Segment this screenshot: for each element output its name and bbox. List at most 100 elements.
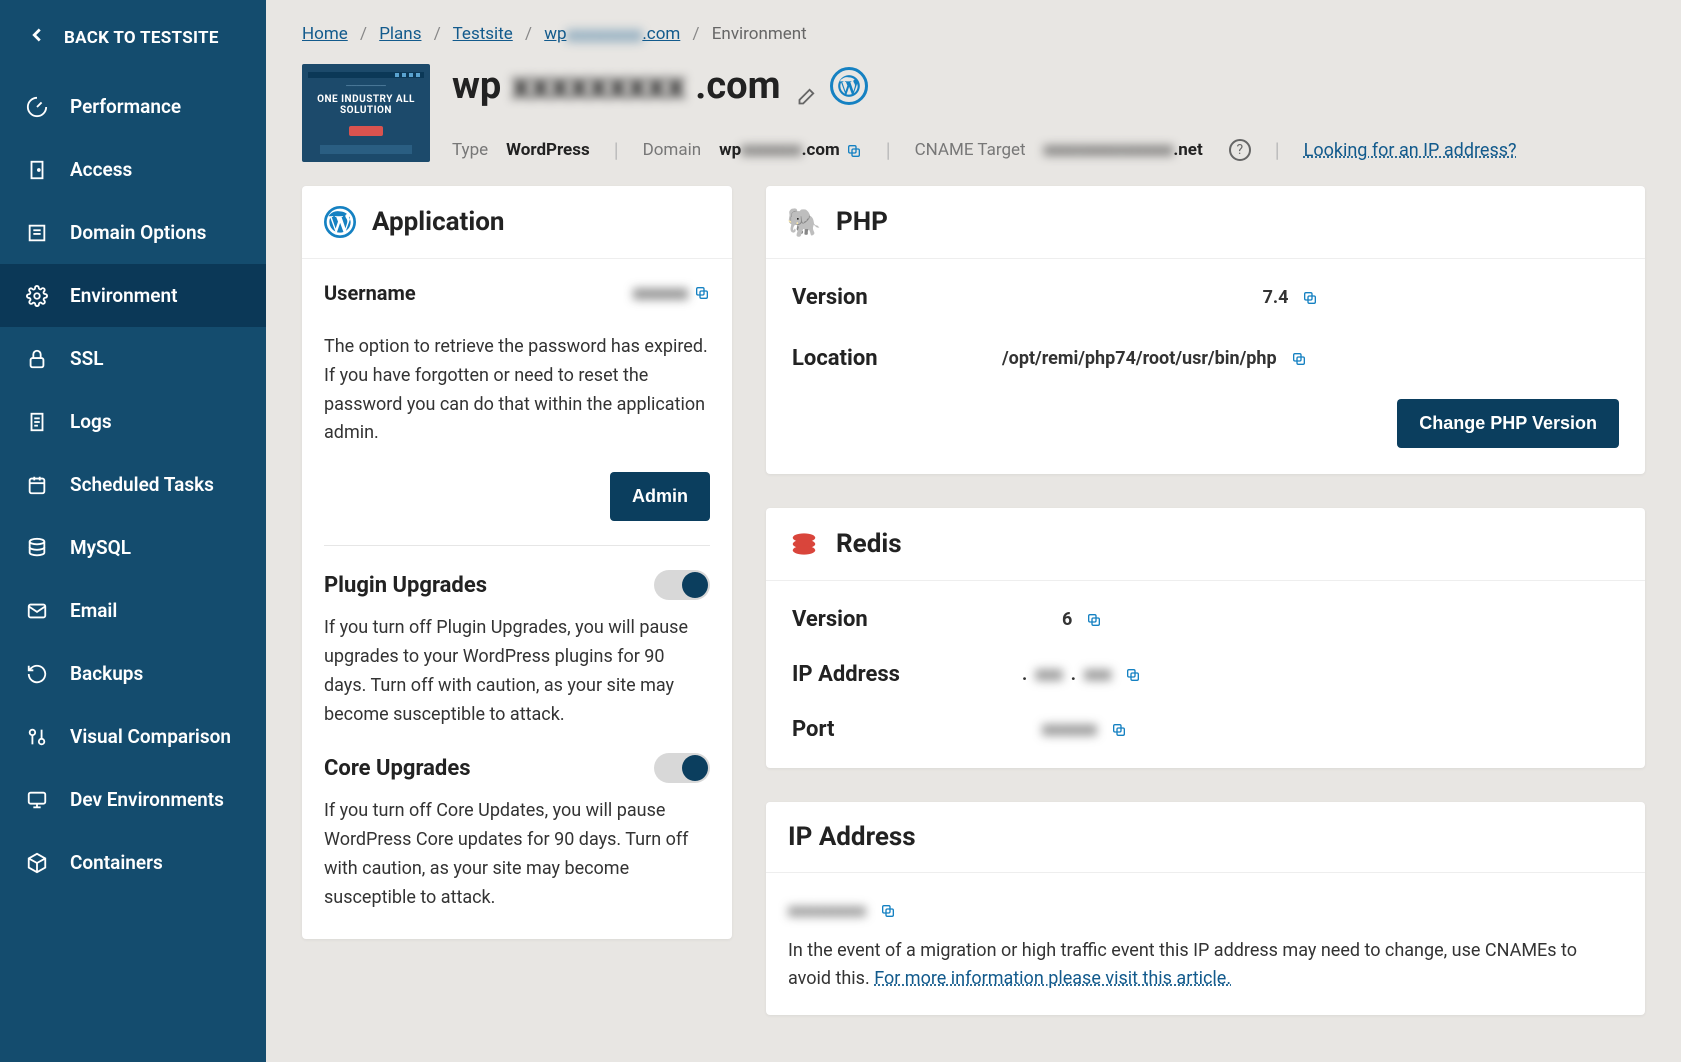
copy-icon[interactable] [1302,290,1318,306]
list-icon [26,222,48,244]
plugin-upgrades-label: Plugin Upgrades [324,573,487,598]
page-header: ──────── ONE INDUSTRY ALL SOLUTION wpxxx… [302,64,1645,162]
cname-value: xxxxxxxxxxxxxxx.net [1044,140,1203,160]
calendar-icon [26,474,48,496]
chevron-left-icon [26,24,48,51]
sidebar-item-label: Backups [70,662,143,685]
sidebar-item-domain-options[interactable]: Domain Options [0,201,266,264]
php-version-label: Version [792,285,962,310]
application-card: Application Username xxxxxx The option t… [302,186,732,939]
admin-button[interactable]: Admin [610,472,710,521]
breadcrumb-current: Environment [712,24,807,44]
breadcrumb-plans[interactable]: Plans [379,24,421,44]
type-value: WordPress [506,140,590,160]
sidebar-item-scheduled-tasks[interactable]: Scheduled Tasks [0,453,266,516]
type-label: Type [452,140,488,160]
site-thumbnail: ──────── ONE INDUSTRY ALL SOLUTION [302,64,430,162]
copy-icon[interactable] [1125,667,1141,683]
sidebar-item-label: Visual Comparison [70,725,231,748]
ip-lookup-link[interactable]: Looking for an IP address? [1304,140,1517,161]
sidebar-item-label: Logs [70,410,112,433]
redis-version-value: 6 [962,609,1619,630]
main-content: Home / Plans / Testsite / wpxxxxxxxxx.co… [266,0,1681,1062]
breadcrumb-testsite[interactable]: Testsite [453,24,513,44]
sidebar-item-environment[interactable]: Environment [0,264,266,327]
ip-address-value: xxxxxxxxx [788,901,896,921]
redis-port-label: Port [792,717,962,742]
ip-address-title: IP Address [788,822,916,852]
copy-icon[interactable] [1291,351,1307,367]
redis-port-value: xxxxxx [962,719,1619,740]
core-upgrades-description: If you turn off Core Updates, you will p… [324,797,710,912]
sidebar-item-backups[interactable]: Backups [0,642,266,705]
copy-icon[interactable] [1111,722,1127,738]
wordpress-icon [830,67,868,105]
application-title: Application [372,207,504,237]
ip-address-description: In the event of a migration or high traf… [788,937,1623,993]
sidebar-item-label: MySQL [70,536,131,559]
help-icon[interactable]: ? [1229,139,1251,161]
copy-icon[interactable] [846,143,862,159]
sidebar-item-email[interactable]: Email [0,579,266,642]
gear-icon [26,285,48,307]
core-upgrades-toggle[interactable] [654,753,710,783]
site-meta: Type WordPress | Domain wpxxxxxxx.com | … [452,138,1645,162]
plugin-upgrades-description: If you turn off Plugin Upgrades, you wil… [324,614,710,729]
redis-title: Redis [836,529,902,559]
sidebar-item-mysql[interactable]: MySQL [0,516,266,579]
sidebar-item-ssl[interactable]: SSL [0,327,266,390]
document-icon [26,411,48,433]
sidebar-item-visual-comparison[interactable]: Visual Comparison [0,705,266,768]
sidebar-item-logs[interactable]: Logs [0,390,266,453]
copy-icon[interactable] [880,903,896,919]
rewind-icon [26,663,48,685]
breadcrumb-home[interactable]: Home [302,24,348,44]
sidebar-nav: Performance Access Domain Options Enviro… [0,75,266,894]
back-to-site-link[interactable]: BACK TO TESTSITE [0,0,266,75]
database-icon [26,537,48,559]
breadcrumb-separator: / [525,24,532,44]
breadcrumb-separator: / [360,24,367,44]
change-php-version-button[interactable]: Change PHP Version [1397,399,1619,448]
page-title: wpxxxxxxxxx.com [452,64,1645,108]
redis-card: Redis Version 6 IP Address .xxx.xxx Port… [766,508,1645,768]
sidebar-item-label: Containers [70,851,163,874]
edit-icon[interactable] [794,75,816,97]
breadcrumb-separator: / [434,24,441,44]
password-notice: The option to retrieve the password has … [324,333,710,448]
php-location-value: /opt/remi/php74/root/usr/bin/php [962,348,1619,369]
sidebar-item-label: Access [70,158,132,181]
sidebar-item-label: Domain Options [70,221,206,244]
lock-icon [26,348,48,370]
wordpress-icon [324,206,356,238]
package-icon [26,852,48,874]
elephant-icon: 🐘 [788,206,820,238]
ip-address-card: IP Address xxxxxxxxx In the event of a m… [766,802,1645,1015]
username-label: Username [324,281,416,305]
redis-icon [788,528,820,560]
domain-label: Domain [643,140,702,160]
door-icon [26,159,48,181]
plugin-upgrades-toggle[interactable] [654,570,710,600]
sidebar: BACK TO TESTSITE Performance Access Doma… [0,0,266,1062]
sidebar-item-containers[interactable]: Containers [0,831,266,894]
back-label: BACK TO TESTSITE [64,28,219,48]
redis-version-label: Version [792,607,962,632]
sidebar-item-label: Scheduled Tasks [70,473,214,496]
breadcrumb-domain[interactable]: wpxxxxxxxxx.com [544,24,680,44]
copy-icon[interactable] [694,285,710,301]
gauge-icon [26,96,48,118]
copy-icon[interactable] [1086,612,1102,628]
sidebar-item-dev-environments[interactable]: Dev Environments [0,768,266,831]
sidebar-item-label: Performance [70,95,181,118]
php-card: 🐘 PHP Version 7.4 Location /opt/remi/php… [766,186,1645,474]
php-version-value: 7.4 [962,287,1619,308]
sidebar-item-performance[interactable]: Performance [0,75,266,138]
sidebar-item-access[interactable]: Access [0,138,266,201]
ip-info-link[interactable]: For more information please visit this a… [874,968,1231,989]
redis-ip-label: IP Address [792,662,962,687]
breadcrumb: Home / Plans / Testsite / wpxxxxxxxxx.co… [302,24,1645,44]
sidebar-item-label: SSL [70,347,103,370]
core-upgrades-label: Core Upgrades [324,756,471,781]
compare-icon [26,726,48,748]
